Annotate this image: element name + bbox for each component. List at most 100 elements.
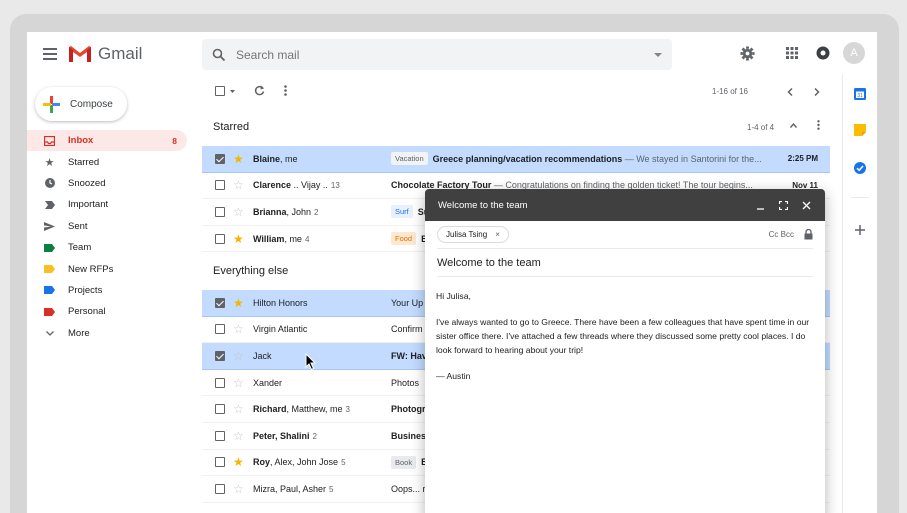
sidebar-item-important[interactable]: Important [27, 194, 187, 215]
star-icon[interactable]: ★ [233, 233, 245, 245]
apps-grid-icon[interactable] [783, 44, 801, 62]
account-avatar[interactable]: A [843, 42, 865, 64]
sidebar-item-team[interactable]: Team [27, 237, 187, 258]
calendar-icon[interactable]: 31 [854, 88, 866, 100]
notifications-icon[interactable] [814, 44, 832, 62]
side-panel: 31 [842, 74, 877, 513]
sidebar-item-label: More [68, 327, 90, 339]
greeting-text: Hi Julisa, [436, 291, 471, 301]
star-icon[interactable]: ☆ [233, 323, 245, 335]
expand-icon[interactable] [778, 200, 789, 211]
clock-icon [44, 178, 55, 189]
sidebar-item-starred[interactable]: ★ Starred [27, 151, 187, 172]
label-icon [44, 264, 55, 275]
sender: Brianna, John 2 [253, 206, 319, 217]
label-tag[interactable]: Vacation [391, 152, 428, 166]
main-menu-icon[interactable] [43, 48, 57, 60]
sidebar-item-projects[interactable]: Projects [27, 280, 187, 301]
gmail-window: Gmail A Compose Inbox 8 ★ [27, 32, 877, 513]
sender: Roy, Alex, John Jose 5 [253, 457, 346, 468]
add-addon-icon[interactable] [854, 224, 866, 236]
recipient-chip[interactable]: Julisa Tsing × [437, 226, 509, 243]
sidebar-item-snoozed[interactable]: Snoozed [27, 173, 187, 194]
sidebar-item-more[interactable]: More [27, 323, 187, 344]
sidebar-item-label: Sent [68, 220, 88, 232]
compose-button[interactable]: Compose [35, 87, 127, 121]
row-checkbox[interactable] [215, 297, 225, 308]
star-icon[interactable]: ☆ [233, 350, 245, 362]
star-icon[interactable]: ☆ [233, 430, 245, 442]
chevron-left-icon[interactable] [787, 88, 793, 96]
minimize-icon[interactable] [755, 200, 766, 211]
row-checkbox[interactable] [215, 206, 225, 217]
sidebar-item-inbox[interactable]: Inbox 8 [27, 130, 187, 152]
search-bar[interactable] [202, 39, 672, 70]
search-input[interactable] [236, 47, 654, 62]
body-text: I've always wanted to go to Greece. Ther… [436, 317, 810, 355]
compose-window-header[interactable]: Welcome to the team [425, 189, 825, 221]
subject-field[interactable]: Welcome to the team [437, 249, 813, 277]
select-all-checkbox[interactable] [215, 86, 225, 96]
sender: Xander [253, 377, 283, 388]
refresh-icon[interactable] [254, 85, 265, 96]
sidebar-item-label: Team [68, 242, 92, 254]
cc-bcc-toggle[interactable]: Cc Bcc [769, 230, 794, 239]
row-checkbox[interactable] [215, 180, 225, 191]
lock-icon[interactable] [804, 229, 813, 240]
row-checkbox[interactable] [215, 350, 225, 361]
sidebar-item-personal[interactable]: Personal [27, 301, 187, 322]
email-row[interactable]: ★ Blaine, me Vacation Greece planning/va… [202, 146, 830, 173]
sidebar-item-label: New RFPs [68, 263, 114, 275]
search-options-icon[interactable] [654, 52, 662, 57]
sender: Jack [253, 350, 272, 361]
recipients-field[interactable]: Julisa Tsing × Cc Bcc [437, 221, 813, 249]
row-checkbox[interactable] [215, 404, 225, 415]
chevron-right-icon[interactable] [814, 88, 820, 96]
collapse-section-icon[interactable] [790, 123, 797, 128]
row-checkbox[interactable] [215, 377, 225, 388]
more-options-icon[interactable] [284, 85, 287, 96]
label-tag[interactable]: Book [391, 455, 417, 469]
label-icon [44, 285, 55, 296]
label-icon [44, 242, 55, 253]
star-icon[interactable]: ☆ [233, 206, 245, 218]
star-icon[interactable]: ☆ [233, 483, 245, 495]
sidebar-item-label: Starred [68, 156, 100, 168]
star-icon[interactable]: ★ [233, 456, 245, 468]
star-icon[interactable]: ★ [233, 297, 245, 309]
compose-plus-icon [43, 95, 60, 113]
important-icon [44, 199, 55, 210]
search-icon[interactable] [212, 48, 226, 62]
label-tag[interactable]: Surf [391, 205, 413, 219]
sidebar-item-sent[interactable]: Sent [27, 216, 187, 237]
sender: Hilton Honors [253, 297, 308, 308]
keep-notes-icon[interactable] [854, 124, 866, 136]
settings-gear-icon[interactable] [738, 44, 756, 62]
mail-toolbar: 1-16 of 16 [202, 79, 832, 103]
star-icon[interactable]: ☆ [233, 403, 245, 415]
star-icon[interactable]: ☆ [233, 377, 245, 389]
remove-recipient-icon[interactable]: × [495, 230, 500, 239]
row-checkbox[interactable] [215, 233, 225, 244]
gmail-logo[interactable]: Gmail [68, 44, 142, 64]
row-checkbox[interactable] [215, 324, 225, 335]
mouse-cursor-icon [305, 353, 317, 371]
star-icon[interactable]: ☆ [233, 179, 245, 191]
row-checkbox[interactable] [215, 483, 225, 494]
row-checkbox[interactable] [215, 457, 225, 468]
star-icon[interactable]: ★ [233, 153, 245, 165]
sender: William, me 4 [253, 233, 310, 244]
tasks-icon[interactable] [854, 162, 866, 174]
starred-section-count: 1-4 of 4 [747, 123, 775, 132]
sidebar-item-new-rfps[interactable]: New RFPs [27, 258, 187, 279]
row-checkbox[interactable] [215, 430, 225, 441]
sidebar-nav: Inbox 8 ★ Starred Snoozed Important Sent… [27, 130, 187, 344]
section-options-icon[interactable] [817, 120, 820, 130]
close-icon[interactable] [801, 200, 812, 211]
message-body[interactable]: Hi Julisa, I've always wanted to go to G… [436, 289, 814, 383]
select-dropdown-icon[interactable] [230, 90, 235, 93]
compose-label: Compose [70, 98, 113, 110]
row-checkbox[interactable] [215, 153, 225, 164]
label-tag[interactable]: Food [391, 232, 417, 246]
signature-text: — Austin [436, 371, 471, 381]
